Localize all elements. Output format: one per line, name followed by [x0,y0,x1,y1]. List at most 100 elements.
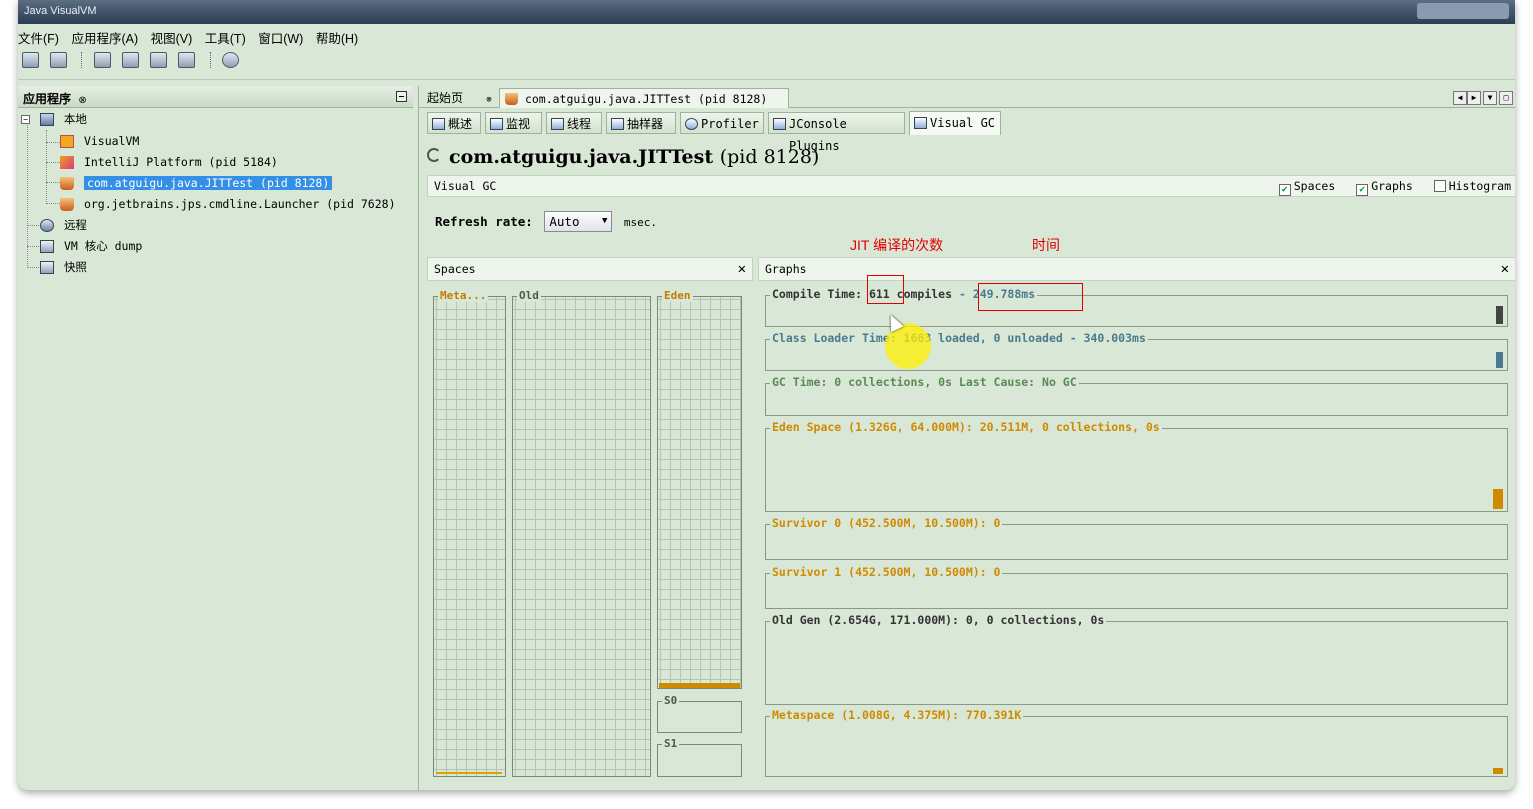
tree-node-launcher[interactable]: org.jetbrains.jps.cmdline.Launcher (pid … [60,195,396,213]
tab-list-icon[interactable]: ▼ [1483,91,1497,105]
scroll-right-icon[interactable]: ▶ [1467,91,1481,105]
tree-node-remote[interactable]: 远程 [40,216,87,234]
old-space: Old [512,289,651,777]
class-loader-graph: Class Loader Time: 1663 loaded, 0 unload… [765,331,1508,371]
checkbox-checked-icon[interactable]: ✔ [1356,184,1369,196]
survivor-0-label: Survivor 0 (452.500M, 10.500M): 0 [770,516,1003,530]
eden-used-fill [659,683,740,688]
window-controls[interactable] [1417,3,1509,19]
thread-dump-icon[interactable] [121,52,139,68]
tab-visual-gc-label: Visual GC [930,116,996,130]
class-loader-bar [1496,352,1503,368]
gc-time-graph: GC Time: 0 collections, 0s Last Cause: N… [765,375,1508,416]
tab-jittest[interactable]: com.atguigu.java.JITTest (pid 8128) ⊗ [499,88,789,126]
tab-monitor-label: 监视 [506,117,531,131]
visualvm-window: Java VisualVM 文件(F) 应用程序(A) 视图(V) 工具(T) … [18,0,1515,790]
checkbox-unchecked-icon[interactable] [1433,180,1446,192]
tab-start-page[interactable]: 起始页 ⊗ [422,88,497,108]
tab-threads[interactable]: 线程 [546,112,602,134]
refresh-rate-value: Auto [549,214,580,229]
scroll-left-icon[interactable]: ◀ [1453,91,1467,105]
window-title: Java VisualVM [24,5,97,17]
refresh-icon [427,148,441,162]
compile-time-highlight [978,283,1083,311]
profiler-icon [685,118,698,130]
histogram-checkbox-label: Histogram [1448,179,1511,193]
survivor-0-graph: Survivor 0 (452.500M, 10.500M): 0 [765,516,1508,560]
graphs-checkbox[interactable]: ✔ Graphs [1356,176,1413,196]
collapse-icon[interactable]: − [21,115,30,124]
old-label: Old [517,289,541,302]
tab-sampler[interactable]: 抽样器 [606,112,676,134]
java-cup-icon [505,93,518,105]
profiler-icon[interactable] [221,52,239,68]
tab-monitor[interactable]: 监视 [485,112,542,134]
close-icon[interactable]: ⊗ [486,95,491,105]
compile-time-bar [1496,306,1503,324]
tab-overview[interactable]: 概述 [427,112,481,134]
minimize-icon[interactable] [396,91,407,102]
checkbox-checked-icon[interactable]: ✔ [1278,184,1291,196]
old-gen-graph: Old Gen (2.654G, 171.000M): 0, 0 collect… [765,613,1508,705]
tab-sampler-label: 抽样器 [627,117,664,131]
tab-profiler-label: Profiler [701,117,759,131]
menu-window[interactable]: 窗口(W) [258,28,303,47]
histogram-checkbox[interactable]: Histogram [1433,176,1511,196]
compile-count-highlight [867,275,904,304]
eden-space-graph: Eden Space (1.326G, 64.000M): 20.511M, 0… [765,420,1508,512]
refresh-rate-label: Refresh rate: [435,214,533,229]
tree-line [27,225,39,226]
menu-application[interactable]: 应用程序(A) [71,28,138,47]
s0-space: S0 [657,694,742,733]
tab-profiler[interactable]: Profiler [680,112,764,134]
close-icon[interactable]: ✕ [1501,258,1509,280]
maximize-icon[interactable]: □ [1499,91,1513,105]
menu-help[interactable]: 帮助(H) [316,28,358,47]
visual-gc-icon [914,117,927,129]
heap-dump-icon[interactable] [93,52,111,68]
tree-node-coredump[interactable]: VM 核心 dump [40,237,142,255]
tree-line [27,267,39,268]
tree-node-intellij[interactable]: IntelliJ Platform (pid 5184) [60,153,278,171]
core-dump-icon [40,240,54,253]
metaspace-used-fill [436,772,502,774]
document-area: 起始页 ⊗ com.atguigu.java.JITTest (pid 8128… [418,86,1515,790]
tree-line [46,142,60,143]
application-name: com.atguigu.java.JITTest [449,146,714,168]
menu-tools[interactable]: 工具(T) [205,28,246,47]
menu-view[interactable]: 视图(V) [151,28,193,47]
applications-panel: 应用程序 ⊗ − 本地 VisualVM IntelliJ Platform (… [18,86,413,790]
tab-visual-gc[interactable]: Visual GC [909,111,1001,135]
spaces-checkbox[interactable]: ✔ Spaces [1278,176,1336,196]
metaspace-graph: Metaspace (1.008G, 4.375M): 770.391K [765,708,1508,777]
tab-jittest-label: com.atguigu.java.JITTest (pid 8128) [524,92,768,106]
refresh-rate-select[interactable]: Auto ▼ [544,211,613,232]
visual-gc-bar: Visual GC ✔ Spaces ✔ Graphs Histogram [427,175,1515,197]
tree-node-jittest[interactable]: com.atguigu.java.JITTest (pid 8128) [60,174,333,192]
s0-label: S0 [662,694,680,707]
menu-bar: 文件(F) 应用程序(A) 视图(V) 工具(T) 窗口(W) 帮助(H) [18,28,1515,48]
tree-node-visualvm[interactable]: VisualVM [60,132,139,150]
load-snapshot-icon[interactable] [50,52,68,68]
title-bar: Java VisualVM [18,0,1515,24]
tree-line [46,162,60,163]
tree-label-local: 本地 [63,112,87,126]
close-icon[interactable]: ⊗ [78,95,86,106]
tree-line [46,203,60,204]
memory-snapshot-icon[interactable] [178,52,196,68]
tree-node-snapshot[interactable]: 快照 [40,258,87,276]
load-application-icon[interactable] [22,52,39,68]
overview-icon [432,118,445,130]
close-icon[interactable]: ✕ [738,258,746,280]
tab-jconsole-plugins[interactable]: JConsole Plugins [768,112,905,153]
applications-title: 应用程序 [23,92,72,106]
tree-label-coredump: VM 核心 dump [63,239,143,253]
tree-label-launcher: org.jetbrains.jps.cmdline.Launcher (pid … [83,197,396,211]
chevron-down-icon: ▼ [601,216,608,226]
spaces-checkbox-label: Spaces [1293,179,1336,193]
refresh-rate-row: Refresh rate: Auto ▼ msec. [435,211,657,232]
cpu-snapshot-icon[interactable] [150,52,168,68]
tree-node-local[interactable]: − 本地 [21,110,87,128]
graphs-title: Graphs [765,262,807,276]
menu-file[interactable]: 文件(F) [18,28,59,47]
